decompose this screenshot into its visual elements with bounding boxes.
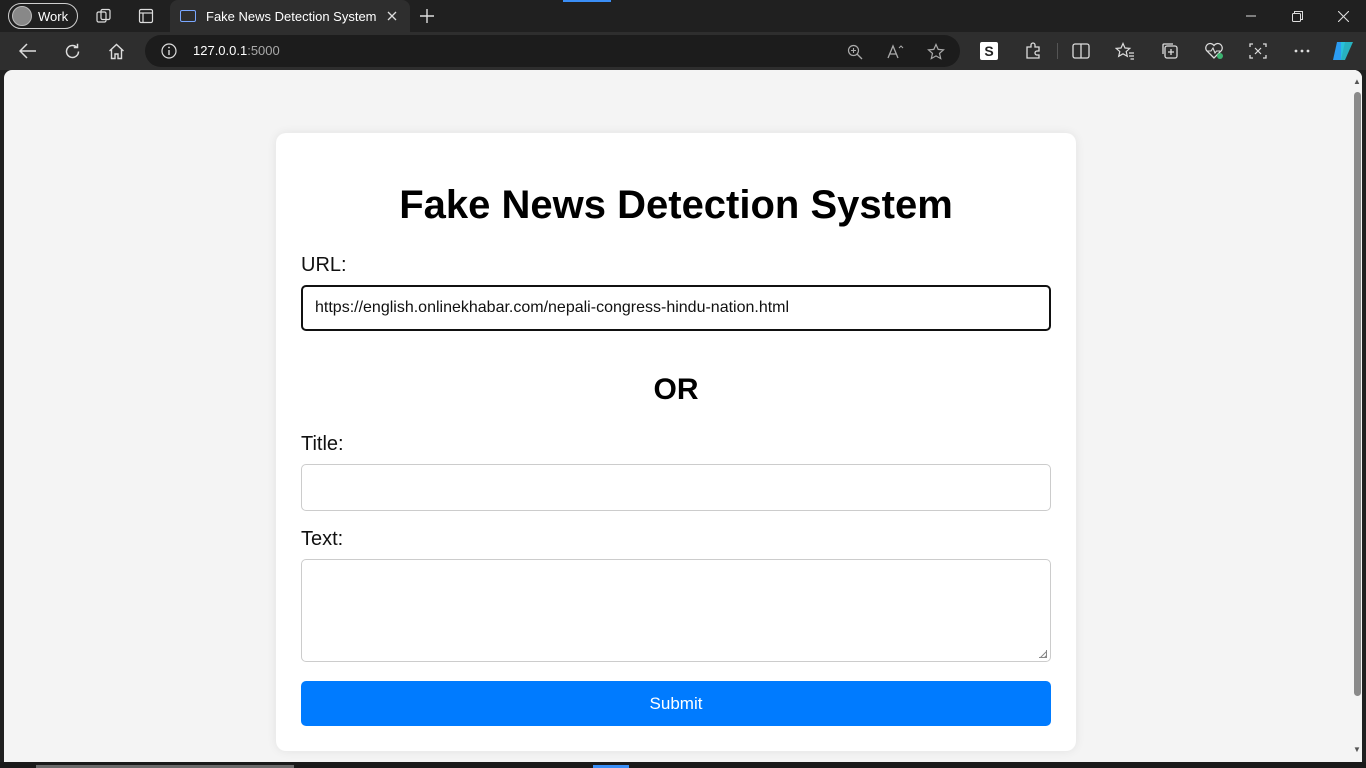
title-label: Title:	[301, 433, 344, 455]
copilot-icon[interactable]	[1331, 39, 1355, 63]
tab-actions-icon[interactable]	[136, 6, 156, 26]
page-title: Fake News Detection System	[399, 183, 953, 227]
url-input[interactable]: https://english.onlinekhabar.com/nepali-…	[301, 285, 1051, 331]
browser-toolbar: 127.0.0.1:5000 S	[0, 32, 1366, 70]
zoom-icon[interactable]	[845, 42, 865, 62]
workspaces-icon[interactable]	[94, 6, 114, 26]
extensions-icon[interactable]	[1021, 39, 1045, 63]
toolbar-divider	[1057, 43, 1058, 59]
url-label: URL:	[301, 254, 347, 276]
page-scrollbar[interactable]: ▲ ▼	[1352, 70, 1362, 762]
favorite-star-icon[interactable]	[926, 42, 946, 62]
title-input[interactable]	[301, 464, 1051, 511]
profile-label: Work	[38, 8, 69, 24]
favorites-icon[interactable]	[1113, 39, 1137, 63]
text-area[interactable]	[301, 559, 1051, 662]
screenshot-icon[interactable]	[1246, 39, 1270, 63]
or-separator: OR	[653, 373, 699, 406]
scroll-up-icon[interactable]: ▲	[1353, 78, 1361, 86]
form-card: Fake News Detection System URL: https://…	[276, 133, 1076, 751]
refresh-icon[interactable]	[60, 39, 84, 63]
home-icon[interactable]	[104, 39, 128, 63]
s-extension-icon[interactable]: S	[977, 39, 1001, 63]
text-label: Text:	[301, 528, 344, 550]
restore-icon[interactable]	[1274, 0, 1320, 32]
site-info-icon[interactable]	[161, 43, 177, 64]
resize-grip-icon[interactable]	[1039, 650, 1047, 658]
profile-button[interactable]: Work	[8, 3, 78, 29]
page-viewport: Fake News Detection System URL: https://…	[4, 70, 1362, 762]
accent-line	[563, 0, 611, 2]
tab-close-icon[interactable]	[382, 6, 402, 26]
more-options-icon[interactable]	[1290, 39, 1314, 63]
scroll-down-icon[interactable]: ▼	[1353, 746, 1361, 754]
address-url: 127.0.0.1:5000	[193, 43, 280, 58]
tab-favicon-icon	[180, 10, 196, 22]
minimize-icon[interactable]	[1228, 0, 1274, 32]
read-aloud-icon[interactable]	[886, 42, 906, 62]
avatar	[12, 6, 32, 26]
split-screen-icon[interactable]	[1069, 39, 1093, 63]
svg-text:S: S	[984, 43, 993, 59]
new-tab-icon[interactable]	[417, 6, 437, 26]
back-icon[interactable]	[16, 39, 40, 63]
active-tab[interactable]: Fake News Detection System	[170, 0, 410, 32]
url-input-value: https://english.onlinekhabar.com/nepali-…	[315, 299, 790, 316]
address-bar[interactable]: 127.0.0.1:5000	[145, 35, 960, 67]
title-bar: Work Fake News Detection System	[0, 0, 1366, 32]
submit-button[interactable]: Submit	[301, 681, 1051, 726]
close-window-icon[interactable]	[1320, 0, 1366, 32]
tab-title: Fake News Detection System	[206, 8, 377, 24]
scroll-thumb[interactable]	[1354, 92, 1361, 696]
collections-icon[interactable]	[1158, 39, 1182, 63]
browser-essentials-icon[interactable]	[1202, 39, 1226, 63]
